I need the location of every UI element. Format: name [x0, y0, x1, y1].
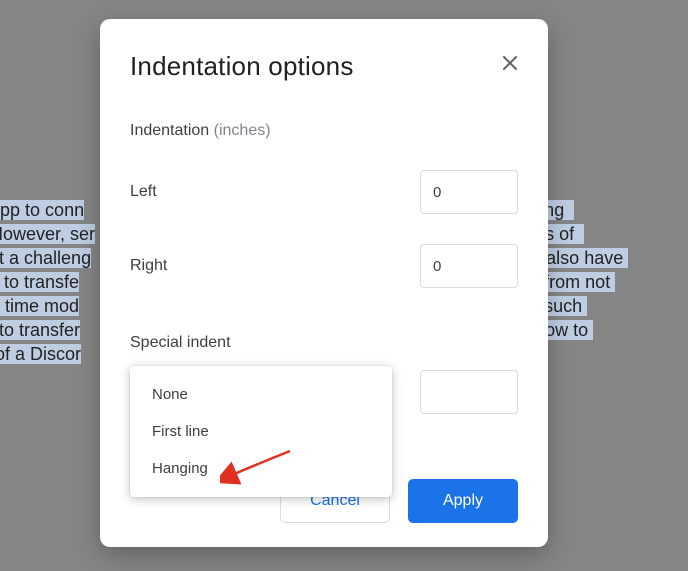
indentation-options-dialog: Indentation options Indentation (inches)… [100, 19, 548, 547]
right-indent-input[interactable] [420, 244, 518, 288]
special-indent-row: None First line Hanging [130, 370, 518, 414]
dropdown-item-none[interactable]: None [130, 376, 392, 413]
special-indent-value-input[interactable] [420, 370, 518, 414]
special-indent-label: Special indent [130, 334, 518, 352]
dialog-title: Indentation options [130, 51, 518, 82]
right-indent-row: Right [130, 244, 518, 288]
indentation-unit-text: (inches) [214, 122, 271, 139]
right-indent-label: Right [130, 257, 167, 275]
left-indent-row: Left [130, 170, 518, 214]
indentation-section-label: Indentation (inches) [130, 122, 518, 140]
close-icon [502, 55, 518, 71]
dropdown-item-first-line[interactable]: First line [130, 413, 392, 450]
dropdown-item-hanging[interactable]: Hanging [130, 450, 392, 487]
left-indent-label: Left [130, 183, 157, 201]
left-indent-input[interactable] [420, 170, 518, 214]
indentation-label-text: Indentation [130, 122, 209, 139]
special-indent-dropdown[interactable]: None First line Hanging [130, 366, 392, 497]
close-button[interactable] [496, 49, 524, 77]
apply-button[interactable]: Apply [408, 479, 518, 523]
